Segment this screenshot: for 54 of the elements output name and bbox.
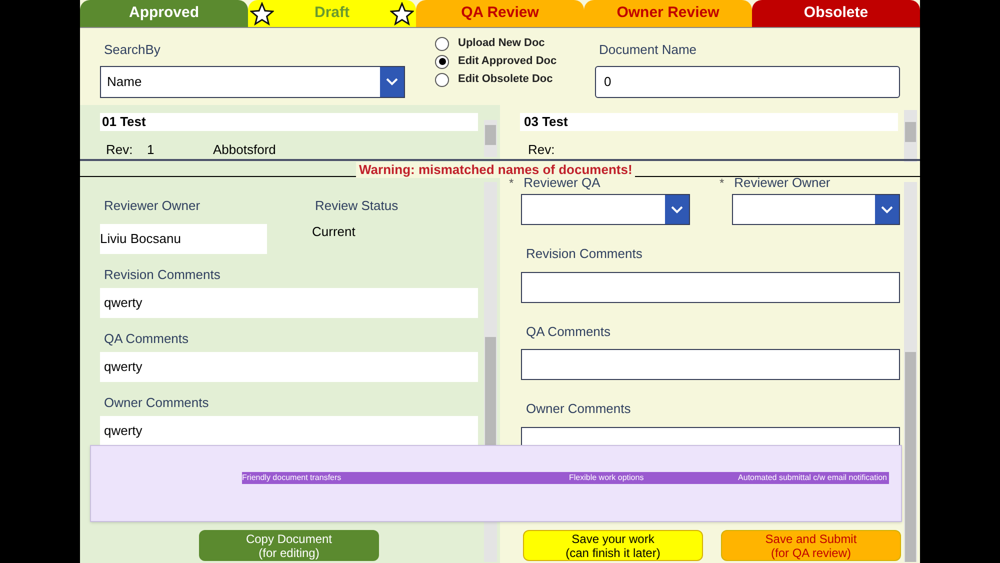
comment-field[interactable] <box>521 349 900 380</box>
banner-text: Flexible work options <box>569 472 645 484</box>
banner-text: Friendly document transfers <box>242 472 342 484</box>
radio-option[interactable]: Upload New Doc <box>435 36 585 51</box>
chevron-down-icon <box>664 195 688 224</box>
radio-button[interactable] <box>435 54 449 68</box>
required-mark: * <box>720 177 724 190</box>
banner-text: Automated submittal c/w email notification <box>738 472 888 484</box>
field-label: Reviewer Owner <box>734 177 830 190</box>
comment-field: qwerty <box>100 352 478 382</box>
field-label: Owner Comments <box>525 400 632 418</box>
scrollbar[interactable] <box>904 182 917 562</box>
tab[interactable]: Approved <box>80 0 248 28</box>
field-label: Owner Comments <box>103 396 210 410</box>
reviewer-owner-field: Liviu Bocsanu <box>100 224 267 254</box>
tab[interactable]: Obsolete <box>752 0 920 28</box>
radio-button[interactable] <box>435 36 449 50</box>
required-mark: * <box>509 177 514 190</box>
copy-document-button[interactable]: Copy Document (for editing) <box>199 530 379 561</box>
field-label: Revision Comments <box>103 268 222 282</box>
rev-value: 1 <box>147 141 156 159</box>
field-label: SearchBy <box>103 41 162 59</box>
chevron-down-icon <box>875 195 899 224</box>
search-by-dropdown[interactable]: Name <box>100 66 405 98</box>
scrollbar[interactable] <box>484 120 497 157</box>
field-label: Reviewer QA <box>524 177 600 190</box>
document-title: 01 Test <box>100 113 478 131</box>
location-text: Abbotsford <box>213 141 276 159</box>
comment-field: qwerty <box>100 416 478 446</box>
document-title: 03 Test <box>520 113 898 131</box>
field-label: Reviewer Owner <box>103 197 202 215</box>
reviewer-dropdown[interactable] <box>732 194 900 225</box>
comment-field: qwerty <box>100 288 478 318</box>
save-button[interactable]: Save your work (can finish it later) <box>523 530 703 561</box>
document-name-field[interactable]: 0 <box>595 66 900 98</box>
field-label: QA Comments <box>525 322 612 340</box>
tab[interactable]: Owner Review <box>584 0 752 28</box>
scrollbar[interactable] <box>904 110 917 162</box>
radio-option[interactable]: Edit Approved Doc <box>435 54 585 69</box>
rev-label: Rev: <box>106 141 134 159</box>
warning-message: Warning: mismatched names of documents! <box>356 162 636 178</box>
field-label: QA Comments <box>103 332 190 346</box>
chevron-down-icon <box>380 66 404 96</box>
field-label: Document Name <box>598 41 698 59</box>
rev-label: Rev: <box>527 141 556 159</box>
field-label: Review Status <box>315 197 398 215</box>
radio-button[interactable] <box>435 72 449 86</box>
reviewer-dropdown[interactable] <box>521 194 690 225</box>
comment-field[interactable] <box>521 272 900 302</box>
review-status-value: Current <box>312 222 356 240</box>
tab[interactable]: QA Review <box>416 0 584 28</box>
radio-option[interactable]: Edit Obsolete Doc <box>435 72 585 87</box>
submit-button[interactable]: Save and Submit (for QA review) <box>721 530 901 561</box>
field-label: Revision Comments <box>525 245 644 263</box>
